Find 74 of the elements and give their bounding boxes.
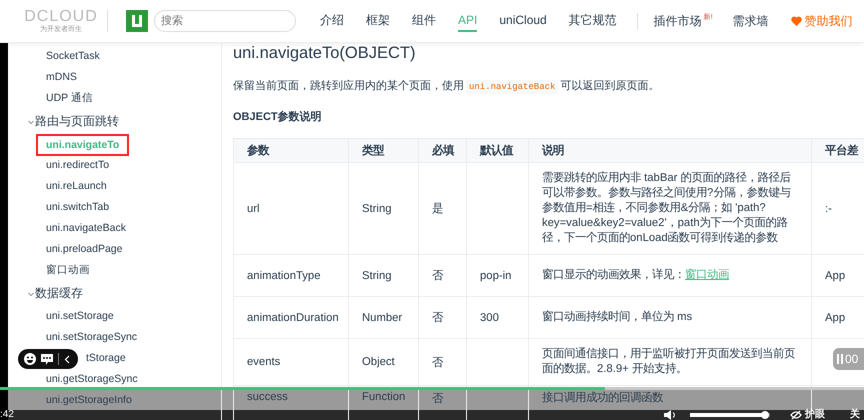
volume-icon[interactable]	[664, 410, 676, 420]
column-header: 必填	[418, 138, 466, 162]
column-header: 类型	[348, 138, 418, 162]
nav-link[interactable]: 组件	[412, 10, 436, 32]
nav-link[interactable]: uniCloud	[499, 10, 547, 32]
table-cell: 页面间通信接口，用于监听被打开页面发送到当前页面的数据。2.8.9+ 开始支持。	[542, 348, 795, 375]
sidebar-item[interactable]: UDP 通信	[38, 88, 101, 109]
new-label: 新!	[704, 14, 713, 21]
sidebar-item[interactable]: uni.preloadPage	[38, 239, 130, 260]
nav-link[interactable]: 框架	[366, 10, 390, 32]
sidebar-item[interactable]: SocketTask	[38, 46, 108, 67]
table-cell: Object	[362, 356, 395, 368]
intro-text: 保留当前页面，跳转到应用内的某个页面，使用 uni.navigateBack 可以返回到原页面。	[233, 78, 660, 95]
caret-icon[interactable]	[27, 290, 35, 298]
table-cell: 否	[432, 312, 443, 324]
logo-text: DCLOUD	[24, 8, 98, 25]
nav-link[interactable]: 介绍	[320, 10, 344, 32]
column-header: 参数	[234, 138, 348, 162]
table-cell: :-	[825, 202, 832, 214]
table-cell: Function	[362, 391, 406, 403]
sidebar-item[interactable]: uni.setStorageSync	[38, 327, 146, 348]
sidebar-item[interactable]: uni.getStorageSync	[38, 369, 146, 390]
table-cell: events	[247, 356, 280, 368]
volume-slider[interactable]	[690, 413, 770, 417]
heart-icon	[790, 16, 802, 26]
column-header: 说明	[528, 138, 812, 162]
table-cell: animationDuration	[247, 312, 339, 324]
table-cell: App	[825, 312, 846, 324]
table-cell: 是	[432, 203, 443, 215]
search-field[interactable]: 搜索	[154, 10, 296, 32]
sidebar-item[interactable]: mDNS	[38, 67, 85, 88]
message-icon[interactable]	[41, 354, 53, 364]
table-cell: 接口调用成功的回调函数	[542, 392, 663, 404]
table-cell: 窗口动画持续时间，单位为 ms	[542, 311, 692, 323]
table-cell: url	[247, 202, 260, 214]
smiley-icon[interactable]	[24, 353, 36, 365]
sidebar-item[interactable]: 窗口动画	[38, 260, 98, 281]
playback-time: :42	[0, 410, 14, 420]
chevron-left-icon[interactable]	[64, 354, 70, 364]
sidebar-item[interactable]: uni.redirectTo	[38, 155, 118, 176]
nav-link[interactable]: 插件市场	[654, 12, 702, 32]
table-cell: 需要跳转的应用内非 tabBar 的页面的路径，路径后可以带参数。参数与路径之间使用?分隔，参数键与参数值用=相连，不同参数用&分隔；如 'path?key=value&key2=value2'，path为下一个页面的路径，下一个页面的onLoad函数可得到传递的参数	[542, 172, 791, 244]
eye-off-icon[interactable]	[790, 410, 802, 420]
table-cell: Number	[362, 312, 402, 324]
section-heading: OBJECT参数说明	[233, 110, 323, 125]
column-header: 默认值	[466, 138, 528, 162]
table-cell: 否	[432, 393, 443, 405]
app-logo-icon[interactable]	[126, 10, 148, 32]
sidebar-item[interactable]: uni.setStorage	[38, 306, 122, 327]
sidebar-item[interactable]: uni.switchTab	[38, 197, 118, 218]
table-cell: App	[825, 270, 846, 282]
table-cell: 否	[432, 270, 443, 282]
sidebar-item[interactable]: uni.reLaunch	[38, 176, 115, 197]
inline-code: uni.navigateBack	[466, 80, 558, 94]
section-label[interactable]: 数据缓存	[35, 285, 83, 302]
table-cell: pop-in	[480, 270, 512, 282]
section-label[interactable]: 路由与页面跳转	[35, 113, 119, 130]
page-title: uni.navigateTo(OBJECT)	[233, 43, 416, 63]
sidebar-item[interactable]: uni.getStorageInfo	[38, 390, 140, 411]
sidebar-item[interactable]: tStorage	[78, 348, 134, 369]
eye-care-state[interactable]: 关	[850, 410, 860, 420]
table-cell: String	[362, 202, 392, 214]
table-cell: 否	[432, 356, 443, 368]
nav-link[interactable]: 其它规范	[568, 10, 617, 32]
caret-icon[interactable]	[27, 118, 35, 126]
table-cell: 300	[480, 312, 499, 324]
table-cell: animationType	[247, 270, 320, 282]
table-cell: String	[362, 270, 392, 282]
table-cell: success	[247, 391, 288, 403]
column-header: 平台差	[812, 138, 864, 162]
pause-icon	[837, 354, 843, 364]
sidebar-item[interactable]: uni.navigateBack	[38, 218, 134, 239]
table-cell: 窗口显示的动画效果，详见：窗口动画	[542, 269, 729, 281]
nav-link[interactable]: 需求墙	[732, 12, 769, 32]
